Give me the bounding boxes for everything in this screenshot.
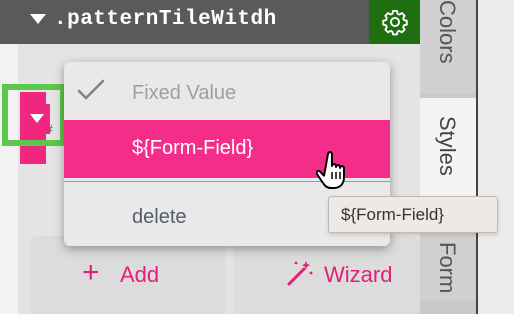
menu-item-fixed-value[interactable]: Fixed Value: [64, 62, 390, 120]
menu-item-label: ${Form-Field}: [132, 137, 254, 159]
gear-icon: [382, 9, 408, 36]
check-icon: [77, 79, 105, 100]
tooltip-text: ${Form-Field}: [341, 205, 444, 224]
tab-styles[interactable]: Styles: [420, 98, 476, 206]
tab-colors[interactable]: Colors: [420, 0, 476, 94]
tabs-background: [478, 0, 514, 314]
tab-colors-label: Colors: [435, 0, 460, 64]
settings-button[interactable]: [369, 0, 420, 46]
property-header: .patternTileWitdh: [0, 0, 420, 44]
tab-styles-label: Styles: [435, 116, 460, 176]
magic-wand-icon: [287, 261, 313, 286]
tooltip: ${Form-Field}: [328, 196, 498, 233]
tab-form-label: Form: [435, 242, 460, 294]
property-title: .patternTileWitdh: [54, 8, 277, 31]
wizard-button-label: Wizard: [324, 262, 393, 287]
add-button-label: Add: [120, 262, 160, 287]
wizard-button[interactable]: Wizard: [234, 236, 420, 314]
collapse-caret-icon[interactable]: [30, 14, 46, 24]
chevron-down-icon: [30, 114, 44, 123]
side-tabs: Colors Styles Form: [420, 0, 514, 314]
menu-item-label: delete: [132, 206, 187, 228]
value-type-dropdown-button[interactable]: [2, 84, 66, 146]
plus-icon: +: [82, 256, 100, 289]
menu-item-label: Fixed Value: [132, 82, 237, 104]
add-button[interactable]: + Add: [30, 236, 226, 314]
hand-cursor-icon: [316, 151, 345, 189]
dropdown-trigger[interactable]: [24, 104, 50, 134]
